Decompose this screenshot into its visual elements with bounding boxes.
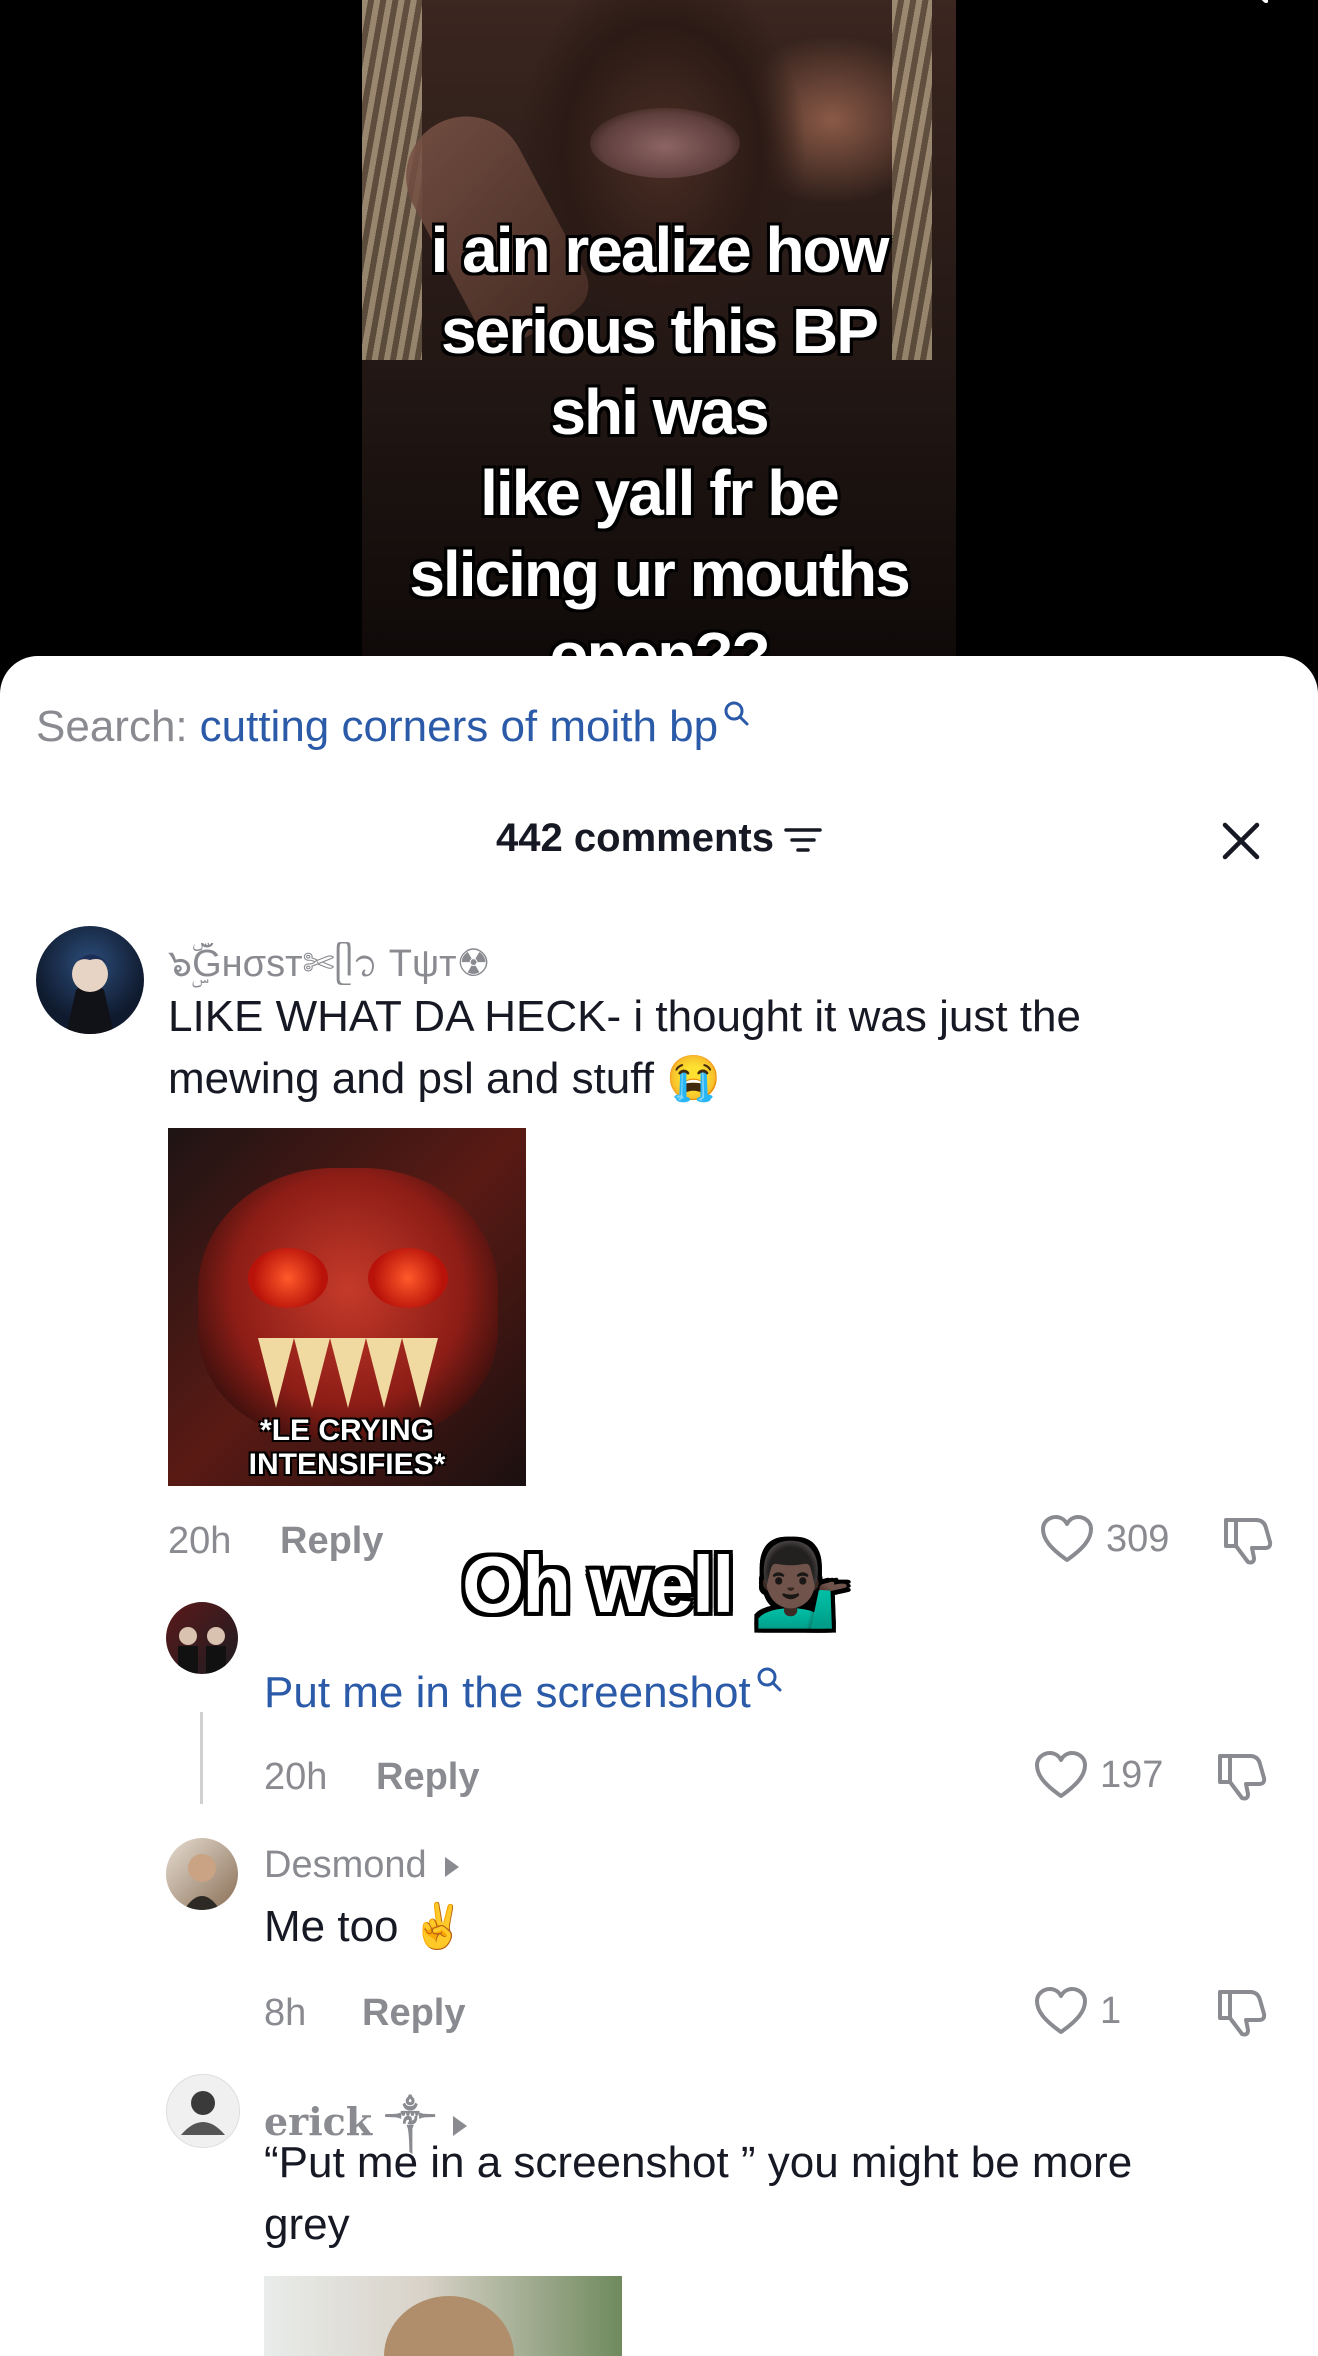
like-button[interactable]: 197 <box>1034 1750 1163 1800</box>
video-lips <box>590 108 740 178</box>
like-count: 197 <box>1100 1753 1164 1796</box>
heart-icon <box>1041 1515 1093 1562</box>
comment-meme-image[interactable]: *LE CRYING INTENSIFIES* <box>168 1128 526 1486</box>
comment-text: Me too ✌️ <box>264 1902 466 1951</box>
avatar[interactable] <box>166 1602 238 1674</box>
caption-line: i ain realize how <box>430 214 890 286</box>
comment-text: “Put me in a screenshot ” you might be m… <box>264 2132 1284 2256</box>
close-icon[interactable] <box>1216 816 1266 866</box>
caption-line: slicing ur mouths <box>409 538 910 610</box>
search-icon <box>757 1667 782 1692</box>
dislike-icon[interactable] <box>1214 1986 1268 2038</box>
video-overlay-sticker: Oh well 💁🏿‍♂️ <box>462 1540 852 1629</box>
avatar[interactable] <box>36 926 144 1034</box>
video-caption: i ain realize how serious this BP shi wa… <box>362 210 956 696</box>
meme-caption-line: *LE CRYING <box>260 1414 434 1447</box>
reply-button[interactable]: Reply <box>280 1520 383 1563</box>
comments-sheet: Search: cutting corners of moith bp 442 c… <box>0 656 1318 2356</box>
comment-time: 20h <box>168 1520 232 1562</box>
comment-text-line: grey <box>264 2200 350 2249</box>
comment-text-line: mewing and psl and stuff 😭 <box>168 1054 721 1103</box>
comment-time: 20h <box>264 1756 328 1798</box>
comment-count-label: 442 comments <box>496 816 774 860</box>
comment-count[interactable]: 442 comments <box>0 816 1318 861</box>
like-button[interactable]: 309 <box>1040 1514 1169 1564</box>
comment-time: 8h <box>264 1992 307 2034</box>
search-suggestion[interactable]: Search: cutting corners of moith bp <box>36 701 750 752</box>
meme-eye <box>368 1248 448 1308</box>
like-button[interactable]: 1 <box>1034 1986 1121 2036</box>
caption-line: shi was <box>550 376 769 448</box>
like-count: 1 <box>1100 1989 1122 2032</box>
meme-caption-line: INTENSIFIES* <box>248 1448 446 1481</box>
reply-button[interactable]: Reply <box>376 1756 479 1799</box>
comment-text-line: “Put me in a screenshot ” you might be m… <box>264 2138 1133 2187</box>
caption-line: serious this BP <box>441 295 879 367</box>
comment-search-link[interactable]: Put me in the screenshot <box>264 1667 783 1718</box>
search-icon[interactable] <box>1198 0 1268 30</box>
comment-text-line: LIKE WHAT DA HECK- i thought it was just… <box>168 992 1081 1041</box>
video-player[interactable]: i ain realize how serious this BP shi wa… <box>0 0 1318 700</box>
avatar[interactable] <box>166 1838 238 1910</box>
reply-button[interactable]: Reply <box>362 1992 465 2035</box>
avatar[interactable] <box>166 2074 240 2148</box>
avatar-figure <box>178 1627 226 1674</box>
meme-face <box>198 1168 498 1438</box>
meme-caption: *LE CRYING INTENSIFIES* <box>168 1414 526 1482</box>
dislike-icon[interactable] <box>1220 1514 1274 1566</box>
filter-icon[interactable] <box>784 825 822 855</box>
avatar-figure <box>184 1854 220 1910</box>
heart-icon <box>1035 1751 1087 1798</box>
meme-eye <box>248 1248 328 1308</box>
comment-image[interactable] <box>264 2276 622 2356</box>
video-frame: i ain realize how serious this BP shi wa… <box>362 0 956 700</box>
avatar-figure <box>181 2091 225 2135</box>
comment-text: Put me in the screenshot <box>264 1668 751 1717</box>
thread-line <box>200 1712 203 1804</box>
comments-header: 442 comments <box>0 816 1318 872</box>
meme-mouth <box>258 1338 438 1408</box>
image-subject <box>384 2296 514 2356</box>
search-label: Search: <box>36 702 188 751</box>
caret-right-icon <box>444 1856 459 1877</box>
dislike-icon[interactable] <box>1214 1750 1268 1802</box>
like-count: 309 <box>1106 1517 1170 1560</box>
comment-username[interactable]: Desmond <box>264 1844 459 1887</box>
search-term-link[interactable]: cutting corners of moith bp <box>200 702 718 751</box>
caption-line: like yall fr be <box>480 457 840 529</box>
heart-icon <box>1035 1987 1087 2034</box>
comment-text: LIKE WHAT DA HECK- i thought it was just… <box>168 986 1268 1110</box>
search-icon <box>724 701 749 726</box>
avatar-figure <box>66 954 114 1034</box>
username-label: Desmond <box>264 1844 427 1886</box>
